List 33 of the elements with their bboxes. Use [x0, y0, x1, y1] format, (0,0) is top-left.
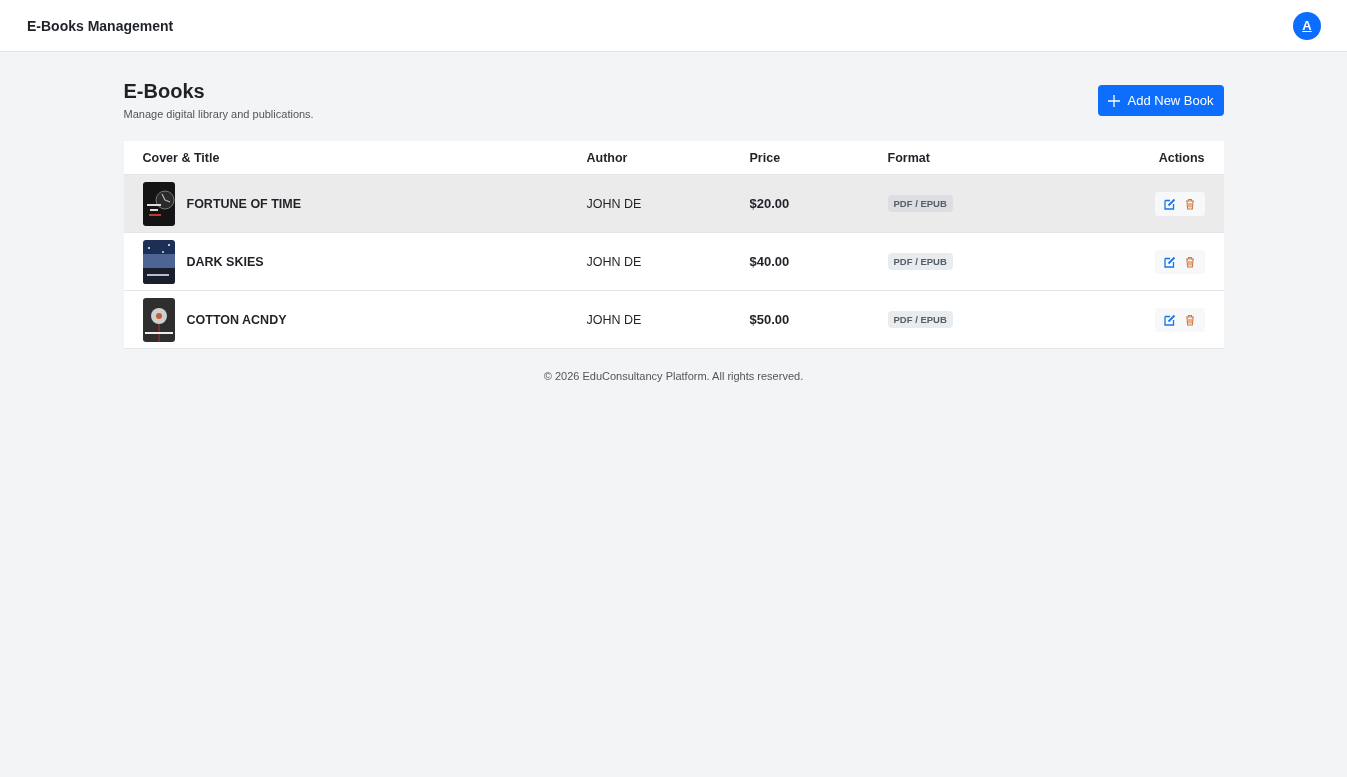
price-cell-text: $20.00: [749, 196, 791, 211]
price-cell-text: $40.00: [749, 254, 791, 269]
page-title: E-Books: [123, 80, 206, 103]
edit-icon[interactable]: [1163, 255, 1176, 268]
author-cell-text: JOHN DE: [586, 196, 643, 211]
footer-text: © 2026 EduConsultancy Platform. All rights reserved.: [542, 370, 805, 382]
add-book-button[interactable]: Add New Book: [1097, 85, 1224, 116]
edit-icon[interactable]: [1163, 313, 1176, 326]
format-tag: PDF / EPUB: [887, 195, 953, 212]
user-avatar[interactable]: A: [1293, 11, 1321, 40]
app-title: E-Books Management: [27, 17, 174, 34]
table-row[interactable]: FORTUNE OF TIME JOHN DE $20.00 PDF / EPUB: [123, 175, 1224, 233]
author-cell-text: JOHN DE: [586, 254, 643, 269]
edit-icon[interactable]: [1163, 197, 1176, 210]
book-title: DARK SKIES: [186, 254, 264, 269]
table-row[interactable]: DARK SKIES JOHN DE $40.00 PDF / EPUB: [123, 233, 1224, 291]
price-cell-text: $50.00: [749, 312, 791, 327]
trash-icon[interactable]: [1183, 197, 1196, 210]
page-subtitle: Manage digital library and publications.: [123, 108, 314, 120]
book-title: COTTON ACNDY: [186, 312, 287, 327]
book-title: FORTUNE OF TIME: [186, 196, 302, 211]
trash-icon[interactable]: [1183, 313, 1196, 326]
plus-icon: [1107, 94, 1120, 107]
format-tag: PDF / EPUB: [887, 311, 953, 328]
column-header: Price: [749, 150, 782, 165]
column-header: Author: [586, 150, 629, 165]
format-tag: PDF / EPUB: [887, 253, 953, 270]
trash-icon[interactable]: [1183, 255, 1196, 268]
column-header: Actions: [1157, 150, 1205, 165]
table-row[interactable]: COTTON ACNDY JOHN DE $50.00 PDF / EPUB: [123, 291, 1224, 349]
author-cell-text: JOHN DE: [586, 312, 643, 327]
column-header: Cover & Title: [142, 150, 221, 165]
column-header: Format: [887, 150, 931, 165]
